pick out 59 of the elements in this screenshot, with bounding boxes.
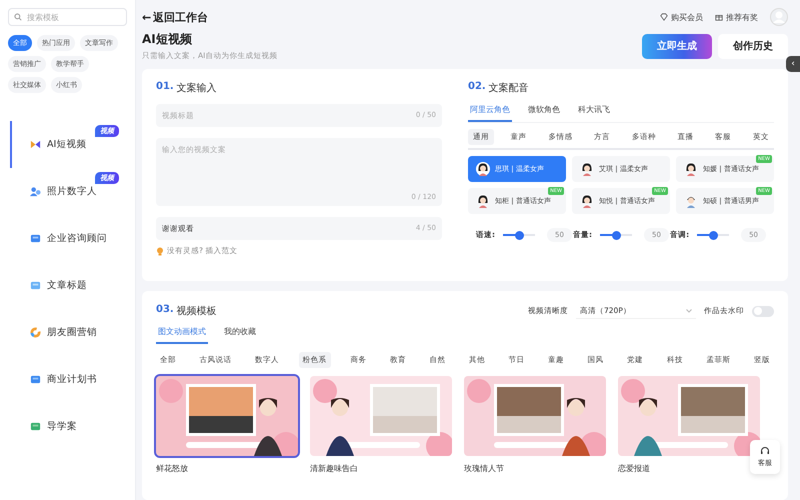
generate-button[interactable]: 立即生成 <box>642 34 712 58</box>
template-title: 玫瑰情人节 <box>464 463 505 474</box>
watermark-toggle[interactable] <box>752 306 774 316</box>
slider-thumb[interactable] <box>514 230 524 240</box>
page-title: AI短视频 <box>142 31 193 48</box>
back-link[interactable]: 返回工作台 <box>153 10 208 24</box>
people-icon <box>30 186 41 197</box>
headset-icon <box>760 446 770 456</box>
sidebar-item-label: AI短视频 <box>47 138 86 151</box>
sidebar-item[interactable]: 文章标题 <box>10 262 127 309</box>
ring-icon <box>30 327 41 338</box>
slider-thumb[interactable] <box>708 230 718 240</box>
diamond-icon <box>660 13 668 21</box>
woman-avatar-icon <box>476 194 490 208</box>
search-field[interactable]: 搜索模板 <box>8 8 127 26</box>
collapse-tab[interactable]: ‹ <box>786 56 800 72</box>
chevron-down-icon <box>686 308 692 312</box>
bowtie-icon <box>30 139 41 150</box>
book-icon <box>30 421 41 432</box>
membership-link[interactable]: 购买会员 <box>660 12 703 22</box>
sidebar-item-label: 照片数字人 <box>47 185 97 198</box>
man-avatar-icon <box>684 194 698 208</box>
woman-avatar-icon <box>684 162 698 176</box>
section-title: 文案配音 <box>488 82 529 95</box>
section-number: 01. <box>156 81 174 94</box>
slider-thumb[interactable] <box>612 230 621 240</box>
provider-tab[interactable]: 科大讯飞 <box>576 101 612 122</box>
section-title: 文案输入 <box>176 82 217 95</box>
section-title: 视频模板 <box>176 304 217 318</box>
woman-avatar-icon <box>580 162 594 176</box>
provider-tab[interactable]: 阿里云角色 <box>468 101 512 122</box>
sidebar-item[interactable]: 企业咨询顾问 <box>10 215 127 262</box>
gift-icon <box>715 13 723 21</box>
sidebar-item-label: 商业计划书 <box>47 373 97 386</box>
sidebar-item-label: 企业咨询顾问 <box>47 232 107 245</box>
sidebar-item-label: 导学案 <box>47 420 77 433</box>
document-icon <box>30 280 41 291</box>
lightbulb-icon <box>156 246 164 256</box>
sidebar-item-label: 朋友圈营销 <box>47 326 97 339</box>
sidebar-item-label: 文章标题 <box>47 279 87 292</box>
woman-avatar-icon <box>580 194 594 208</box>
search-icon <box>14 13 22 21</box>
template-title: 恋爱报道 <box>618 463 651 474</box>
template-tab[interactable]: 图文动画模式 <box>156 323 208 344</box>
woman-avatar-icon <box>476 162 490 176</box>
sidebar-item[interactable]: 商业计划书 <box>10 356 127 403</box>
section-number: 03. <box>156 304 174 317</box>
back-arrow[interactable]: ← <box>142 10 152 24</box>
monitor-icon <box>30 233 41 244</box>
referral-link[interactable]: 推荐有奖 <box>715 12 758 22</box>
sidebar-item[interactable]: 朋友圈营销 <box>10 309 127 356</box>
sidebar-item[interactable]: 导学案 <box>10 403 127 450</box>
template-title: 鲜花怒放 <box>156 463 189 474</box>
history-button[interactable]: 创作历史 <box>718 34 788 58</box>
provider-tab[interactable]: 微软角色 <box>526 101 562 122</box>
notebook-icon <box>30 374 41 385</box>
template-title: 清新趣味告白 <box>310 463 359 474</box>
section-number: 02. <box>468 81 486 94</box>
template-tab[interactable]: 我的收藏 <box>222 323 258 344</box>
